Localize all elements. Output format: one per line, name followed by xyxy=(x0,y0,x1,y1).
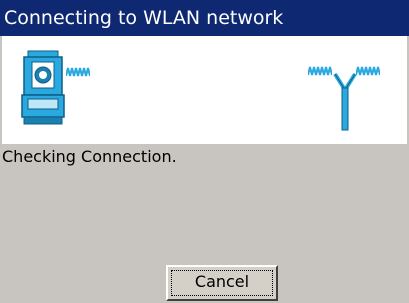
signal-wave-icon xyxy=(66,67,90,77)
wlan-antenna-icon xyxy=(333,72,357,131)
signal-wave-icon xyxy=(356,66,380,76)
cancel-button-label: Cancel xyxy=(194,272,250,291)
cancel-button[interactable]: Cancel xyxy=(166,265,278,301)
connection-status-text: Checking Connection. xyxy=(2,147,177,166)
window-title: Connecting to WLAN network xyxy=(0,0,409,36)
connection-animation-panel xyxy=(0,36,409,144)
total-station-icon xyxy=(21,50,65,125)
signal-wave-icon xyxy=(308,66,332,76)
